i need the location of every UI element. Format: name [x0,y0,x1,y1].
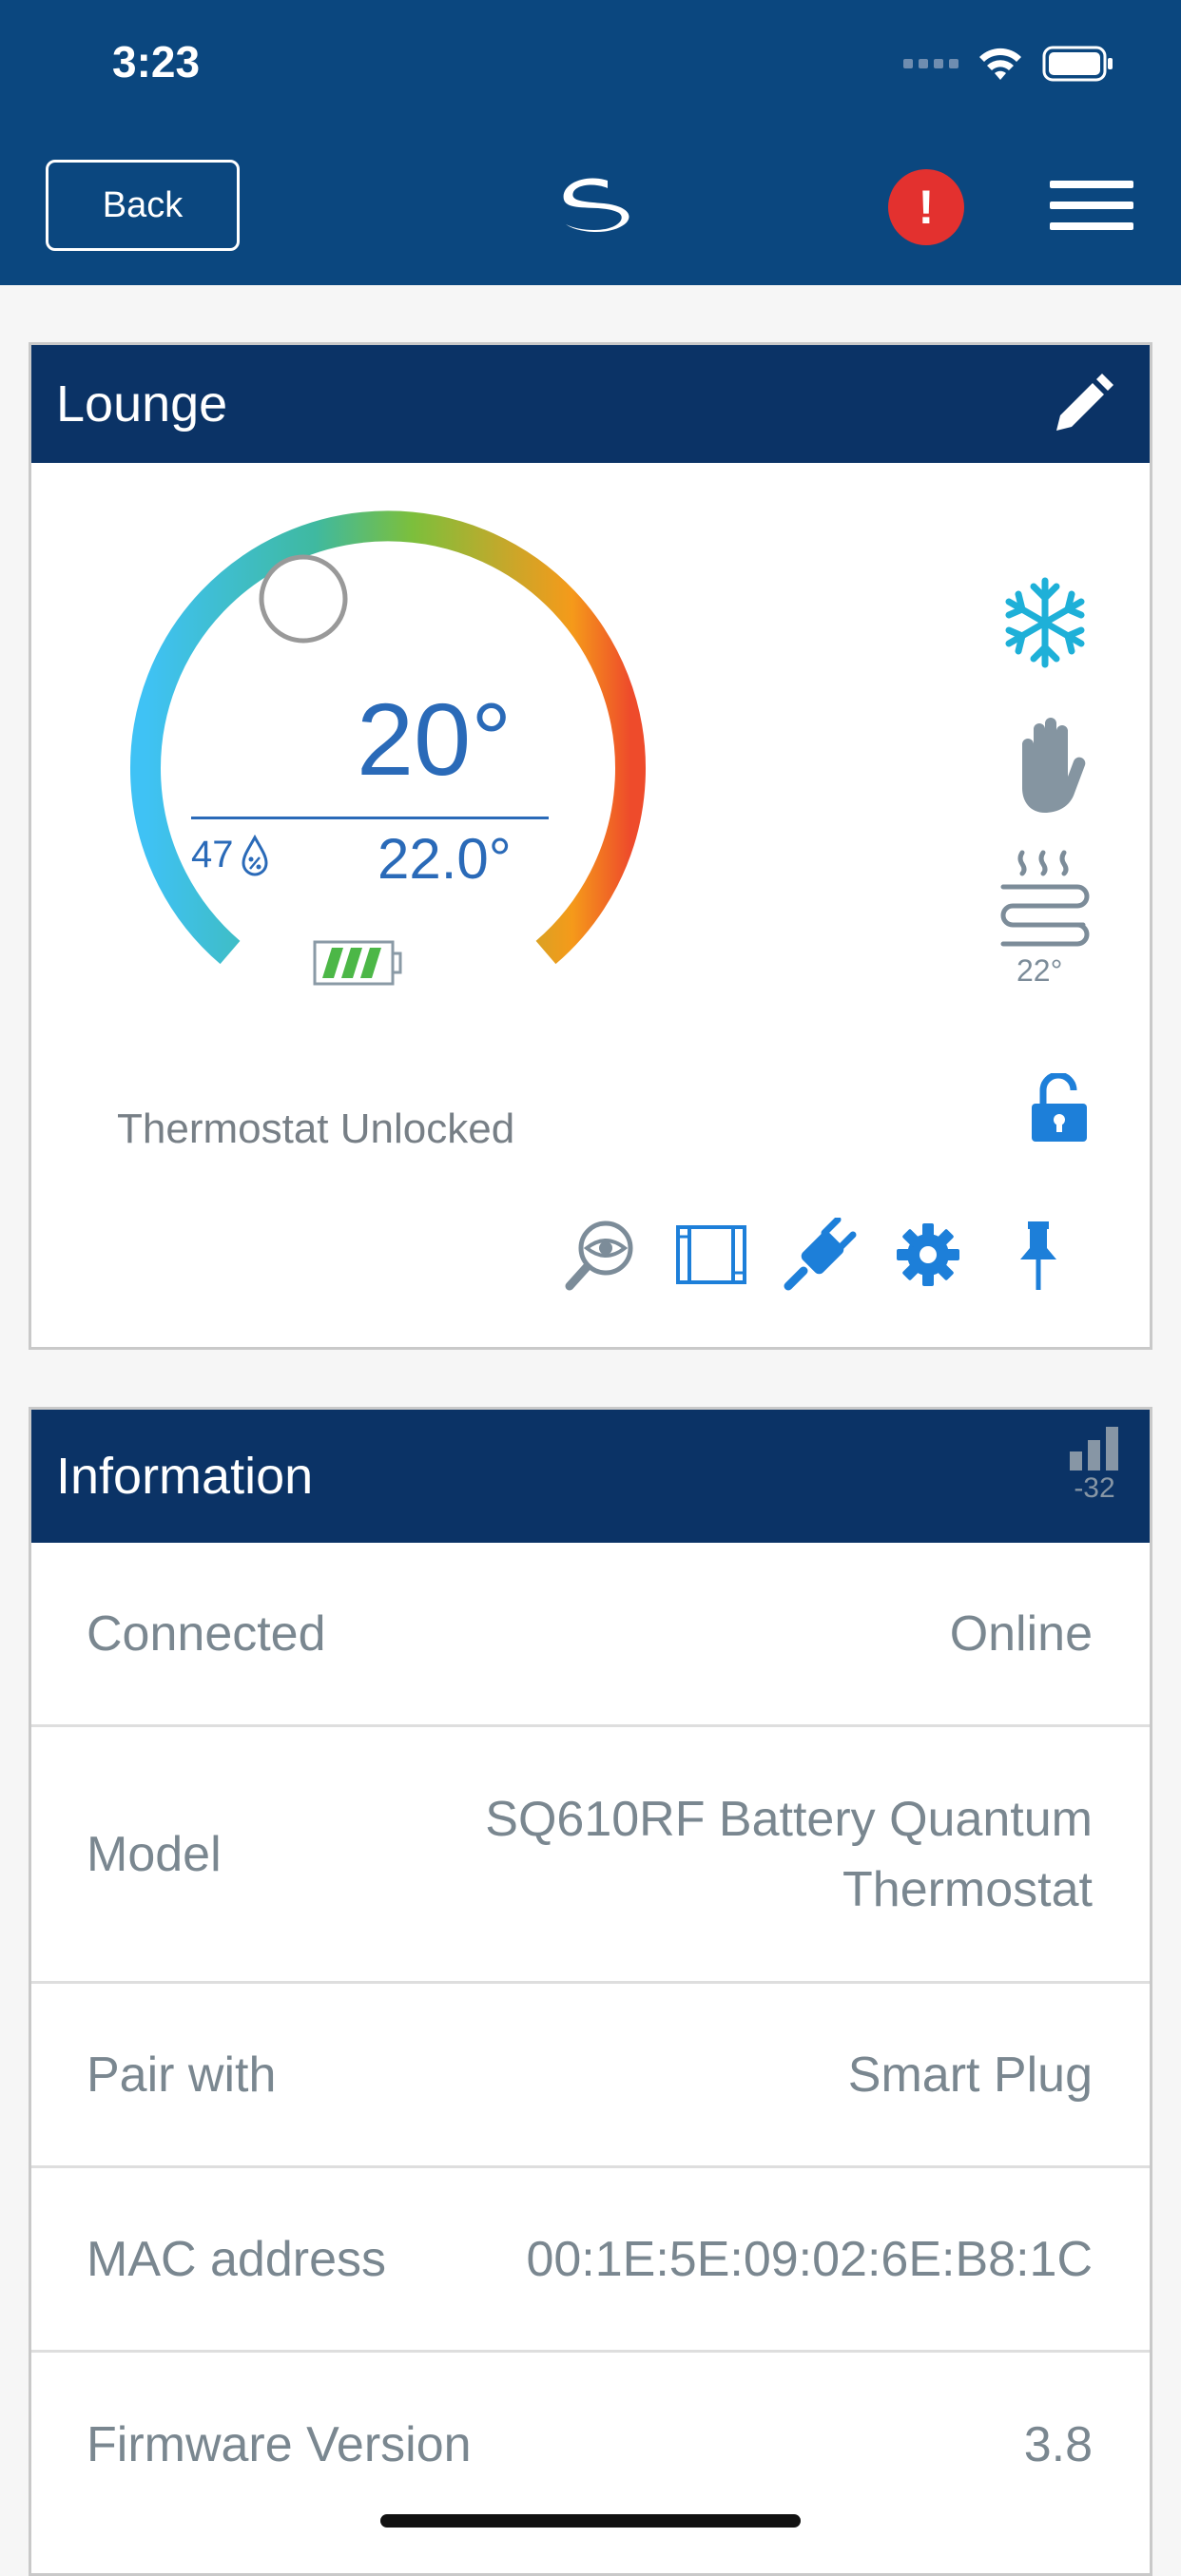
info-label: Pair with [87,2047,277,2103]
humidity-drop-icon [241,834,268,875]
info-value: SQ610RF Battery Quantum Thermostat [485,1784,1093,1925]
info-row-connected: Connected Online [31,1543,1150,1727]
info-value: 3.8 [1023,2417,1093,2472]
thermostat-card: Lounge 20° 47 22.0° 22° Thermostat Unloc… [29,342,1152,1350]
model-line-1: SQ610RF Battery Quantum [485,1791,1093,1847]
plug-icon[interactable] [783,1218,857,1292]
info-label: Model [87,1826,222,1882]
hand-icon[interactable] [1005,716,1091,815]
signal-strength: -32 [1068,1425,1121,1505]
info-row-model: Model SQ610RF Battery Quantum Thermostat [31,1727,1150,1984]
signal-value: -32 [1074,1472,1115,1504]
info-row-mac-address: MAC address 00:1E:5E:09:02:6E:B8:1C [31,2168,1150,2353]
humidity-readout: 47 [191,834,270,876]
thermostat-card-header: Lounge [31,345,1150,463]
home-indicator[interactable] [380,2514,801,2528]
model-line-2: Thermostat [842,1861,1093,1917]
eye-search-icon[interactable] [564,1218,638,1292]
brand-logo-icon [563,178,629,232]
unlock-icon[interactable] [1030,1073,1089,1144]
pin-icon[interactable] [1001,1218,1075,1292]
info-value: Online [949,1605,1093,1662]
info-row-firmware-version: Firmware Version 3.8 [31,2353,1150,2537]
signal-bars-icon [1070,1427,1118,1471]
battery-level-icon [313,940,402,986]
status-time: 3:23 [112,37,201,87]
info-value: 00:1E:5E:09:02:6E:B8:1C [526,2231,1093,2287]
snowflake-icon[interactable] [997,575,1093,670]
lock-status-text: Thermostat Unlocked [117,1105,515,1152]
cellular-signal-icon [903,59,958,68]
floor-temperature: 22° [1016,953,1063,988]
info-label: MAC address [87,2231,386,2287]
info-label: Connected [87,1605,326,1662]
dial-divider [191,817,549,819]
back-button[interactable]: Back [46,160,240,251]
dial-knob [259,554,348,644]
information-title: Information [56,1448,314,1505]
battery-status-icon [1042,46,1113,82]
info-value: Smart Plug [847,2047,1093,2103]
info-label: Firmware Version [87,2417,472,2472]
alert-button[interactable]: ! [888,169,964,245]
wifi-icon [979,48,1021,80]
information-card-header: Information -32 [31,1410,1150,1543]
information-card: Information -32 Connected Online Model S… [29,1407,1152,2576]
set-temperature: 20° [357,682,513,797]
floor-heating-icon[interactable] [997,849,1093,948]
hamburger-menu-icon[interactable] [1050,181,1133,236]
info-row-pair-with: Pair with Smart Plug [31,1984,1150,2168]
status-icons [903,46,1114,82]
zone-title: Lounge [56,375,228,433]
pencil-icon[interactable] [1049,372,1115,438]
humidity-value: 47 [191,834,234,875]
current-temperature: 22.0° [378,827,512,891]
app-header: 3:23 Back ! [0,0,1181,285]
gear-icon[interactable] [891,1218,965,1292]
window-icon[interactable] [674,1218,748,1292]
